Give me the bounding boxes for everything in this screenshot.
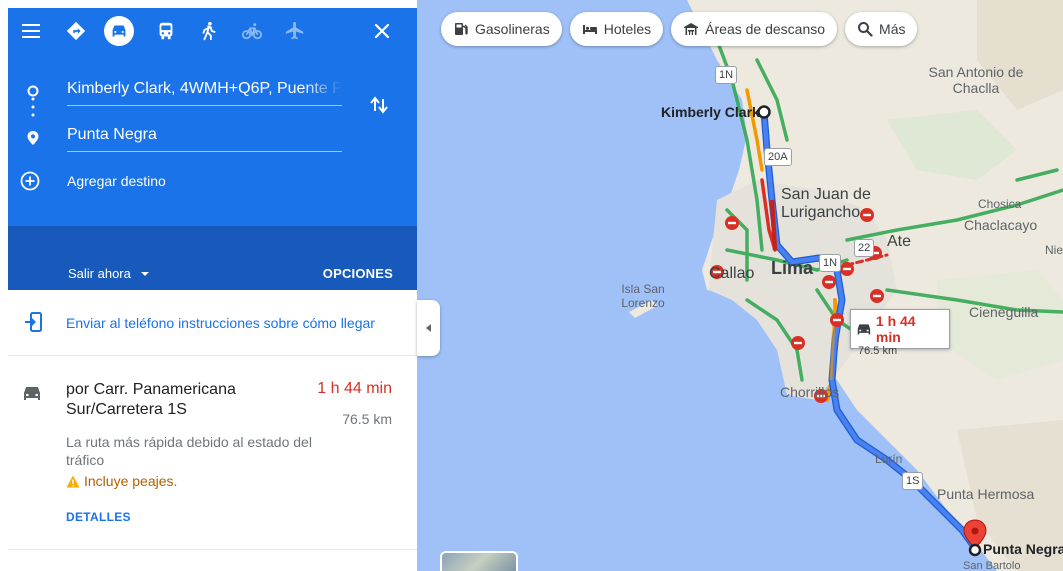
directions-header: Kimberly Clark, 4WMH+Q6P, Puente Piedra … [8,8,417,290]
place-chaclacayo: Chaclacayo [964,217,1038,233]
shield-1n-north: 1N [715,66,738,84]
directions-panel: Kimberly Clark, 4WMH+Q6P, Puente Piedra … [0,0,417,571]
route-duration: 1 h 44 min [317,380,392,397]
collapse-panel-button[interactable] [417,300,440,356]
route-title: por Carr. Panamericana Sur/Carretera 1S [66,381,236,418]
depart-time-dropdown[interactable]: Salir ahora [68,266,149,281]
map-filter-chips: Gasolineras Hoteles Áreas de descanso Má… [441,12,918,46]
chip-more[interactable]: Más [845,12,918,46]
search-icon [858,22,873,37]
place-san-bartolo: San Bartolo [963,560,1021,571]
chip-more-label: Más [879,21,906,37]
place-punta-hermosa: Punta Hermosa [937,486,1035,502]
place-chosica: Chosica [978,197,1022,211]
walk-icon [202,21,216,41]
close-directions-button[interactable] [367,16,397,46]
menu-icon [22,24,40,38]
origin-input[interactable]: Kimberly Clark, 4WMH+Q6P, Puente Piedra [67,76,342,106]
toll-text: Incluye peajes. [84,473,178,489]
toll-warning: Incluye peajes. [66,473,177,489]
travel-mode-bar [8,8,417,54]
place-kimberly-clark[interactable]: Kimberly Clark [661,104,760,120]
mode-driving[interactable] [104,16,134,46]
chip-gas-label: Gasolineras [475,21,550,37]
shield-1s: 1S [902,472,924,490]
place-lurin: Lurín [875,452,903,466]
add-destination-button[interactable]: Agregar destino [20,168,166,194]
car-icon [24,387,40,400]
origin-circle-icon [27,85,39,97]
bike-icon [242,23,262,40]
eta-duration: 1 h 44 min [875,313,916,345]
destination-pin-icon [27,131,39,145]
chip-hotels-label: Hoteles [603,21,652,37]
mode-transit[interactable] [151,16,181,46]
mode-flight[interactable] [280,16,310,46]
warning-icon [66,475,80,487]
chevron-left-icon [426,324,431,332]
route-dots-icon [31,97,35,117]
shield-20a: 20A [764,148,792,166]
transit-icon [159,22,173,40]
place-ate: Ate [887,233,912,250]
send-to-phone-row[interactable]: Enviar al teléfono instrucciones sobre c… [8,290,417,356]
flight-icon [285,21,304,40]
send-to-phone-link[interactable]: Enviar al teléfono instrucciones sobre c… [66,315,375,331]
route-details-button[interactable]: DETALLES [66,510,131,524]
origin-row: Kimberly Clark, 4WMH+Q6P, Puente Piedra [8,70,417,116]
destination-text: Punta Negra [67,126,157,143]
route-options-button[interactable]: OPCIONES [323,266,393,281]
depart-options-bar: Salir ahora OPCIONES [8,226,417,290]
shield-1n-lima: 1N [819,254,842,272]
panel-gutter [0,0,8,571]
place-callao: Callao [709,265,755,282]
route-eta-bubble[interactable]: 1 h 44 min 76.5 km [850,309,950,357]
menu-button[interactable] [16,16,46,46]
send-to-phone-icon [25,312,42,332]
hotel-icon [582,25,597,34]
mode-walking[interactable] [194,16,224,46]
rest-area-icon [684,23,699,35]
place-isla-san-lorenzo: Isla San Lorenzo [621,282,665,310]
place-cieneguilla: Cieneguilla [969,304,1039,320]
chip-hotels[interactable]: Hoteles [569,12,664,46]
chip-rest-label: Áreas de descanso [705,21,826,37]
place-san-juan-de-lurigancho: San Juan de Lurigancho [781,186,871,221]
car-icon [112,25,126,37]
route-distance: 76.5 km [342,411,392,427]
place-lima: Lima [771,258,814,278]
route-description: La ruta más rápida debido al estado del … [66,434,312,468]
add-destination-label: Agregar destino [67,173,166,189]
swap-waypoints-button[interactable] [369,94,389,116]
eta-distance: 76.5 km [858,345,898,357]
map-layers-thumbnail[interactable] [440,551,518,571]
car-icon [857,324,871,335]
gas-station-icon [455,23,468,35]
destination-row: Punta Negra [8,116,417,162]
place-chorrillos: Chorrillos [780,384,840,400]
chip-rest-areas[interactable]: Áreas de descanso [671,12,838,46]
directions-icon [66,21,86,41]
destination-input[interactable]: Punta Negra [67,122,342,152]
shield-22: 22 [854,239,875,257]
place-punta-negra[interactable]: Punta Negra [983,541,1063,557]
chip-gas-stations[interactable]: Gasolineras [441,12,562,46]
origin-marker[interactable] [757,105,771,119]
mode-directions[interactable] [61,16,91,46]
add-circle-icon [20,171,40,191]
swap-icon [370,96,388,114]
place-niev: Niev [1045,243,1063,257]
mode-cycling[interactable] [237,16,267,46]
place-san-antonio: San Antonio de Chaclla [928,64,1024,96]
map-canvas[interactable]: 1N 20A 22 1N 1S Kimberly Clark San Anton… [417,0,1063,571]
dropdown-caret-icon [140,271,149,276]
origin-text: Kimberly Clark, 4WMH+Q6P, Puente Piedra [67,80,342,97]
close-icon [374,23,390,39]
route-option-card[interactable]: por Carr. Panamericana Sur/Carretera 1S … [8,356,417,550]
depart-time-label: Salir ahora [68,266,131,281]
